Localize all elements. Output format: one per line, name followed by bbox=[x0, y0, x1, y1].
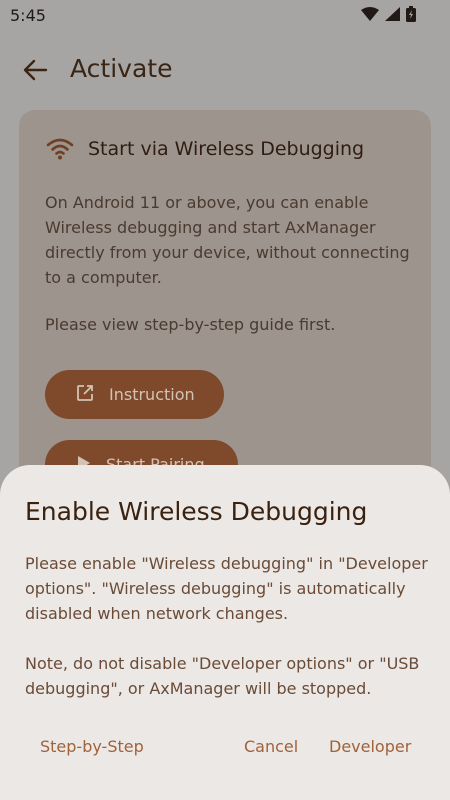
dialog-actions: Step-by-Step Cancel Developer bbox=[0, 737, 450, 765]
wifi-icon bbox=[46, 138, 74, 160]
instruction-button[interactable]: Instruction bbox=[45, 370, 224, 419]
developer-button[interactable]: Developer bbox=[329, 737, 411, 756]
cancel-button[interactable]: Cancel bbox=[244, 737, 298, 756]
dialog-body: Please enable "Wireless debugging" in "D… bbox=[25, 554, 428, 623]
dialog-title: Enable Wireless Debugging bbox=[25, 497, 368, 526]
signal-icon bbox=[385, 7, 400, 21]
step-by-step-button[interactable]: Step-by-Step bbox=[40, 737, 144, 756]
card-header: Start via Wireless Debugging bbox=[46, 138, 364, 160]
open-in-new-icon bbox=[76, 384, 109, 406]
card-description: On Android 11 or above, you can enable W… bbox=[45, 193, 410, 287]
instruction-button-label: Instruction bbox=[109, 385, 195, 404]
card-note: Please view step-by-step guide first. bbox=[45, 315, 336, 334]
battery-icon bbox=[406, 6, 416, 22]
wireless-debugging-card: Start via Wireless Debugging On Android … bbox=[19, 110, 431, 510]
wifi-icon bbox=[361, 7, 379, 21]
status-bar: 5:45 bbox=[0, 0, 450, 32]
page-title: Activate bbox=[70, 54, 173, 83]
app-bar: Activate bbox=[0, 40, 450, 100]
dialog-note: Note, do not disable "Developer options"… bbox=[25, 654, 420, 698]
status-time: 5:45 bbox=[10, 6, 46, 25]
arrow-left-icon[interactable] bbox=[22, 58, 48, 82]
status-icons bbox=[361, 6, 416, 22]
card-title: Start via Wireless Debugging bbox=[88, 138, 365, 160]
enable-wireless-debugging-dialog: Enable Wireless Debugging Please enable … bbox=[0, 465, 450, 800]
